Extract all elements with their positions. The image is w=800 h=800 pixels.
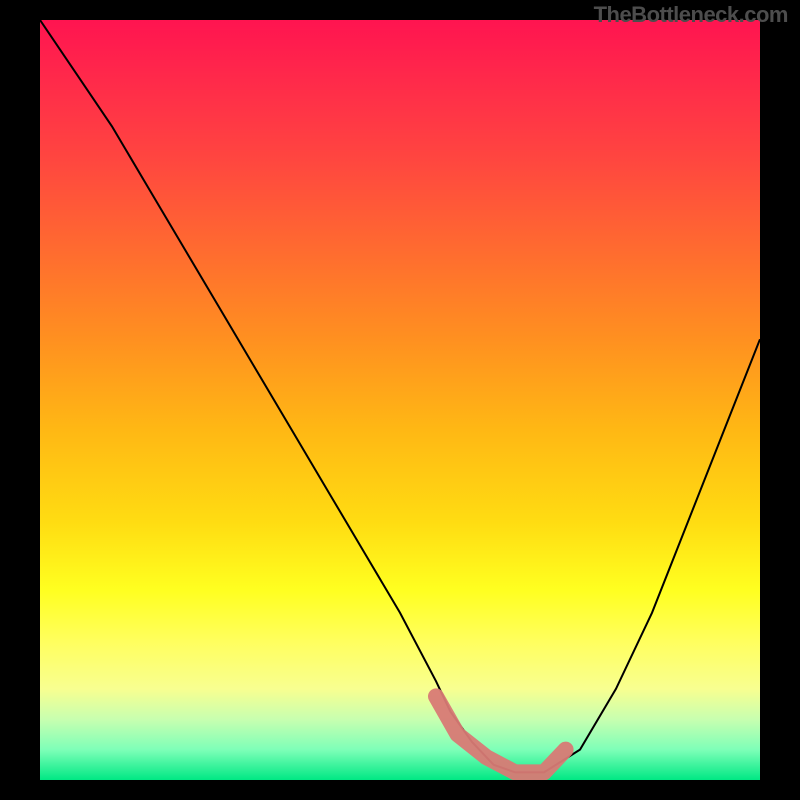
watermark-text: TheBottleneck.com (594, 2, 788, 28)
bottleneck-curve (40, 20, 760, 772)
chart-frame: TheBottleneck.com (0, 0, 800, 800)
plot-overlay (40, 20, 760, 780)
optimal-range-highlight (436, 696, 566, 772)
